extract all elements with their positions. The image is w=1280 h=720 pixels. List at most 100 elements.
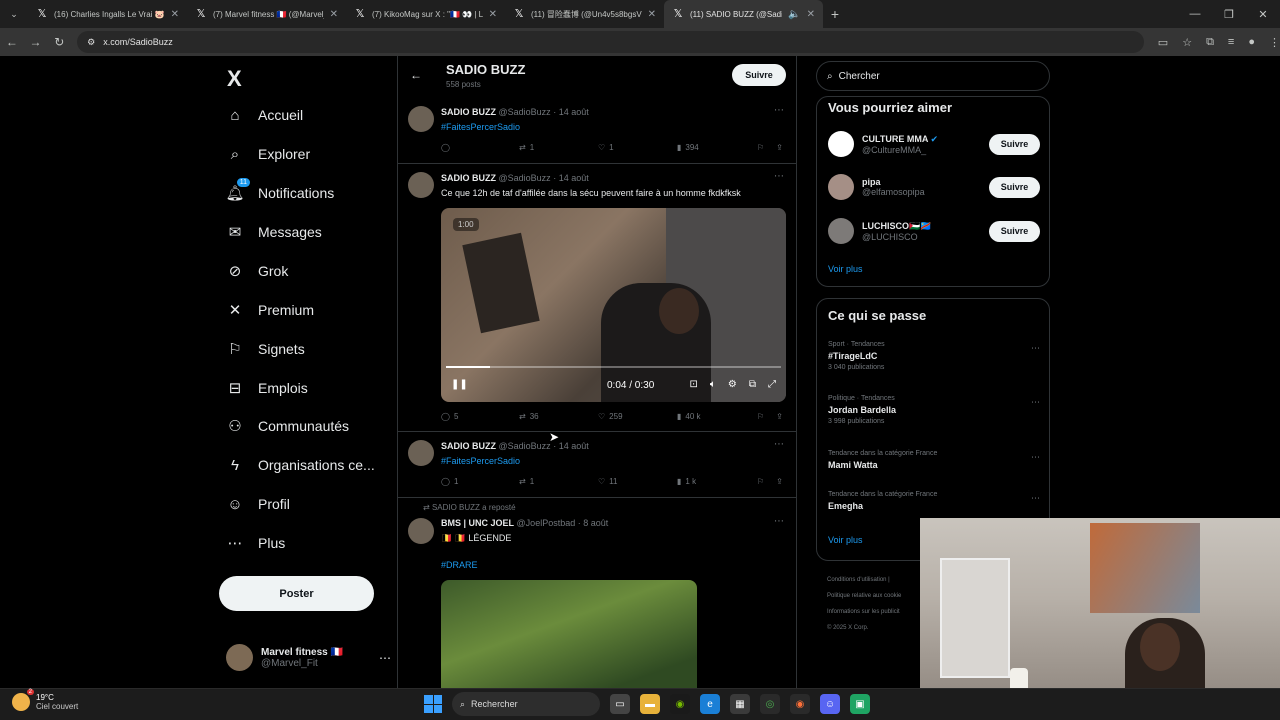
reply-button[interactable]: ◯ 5 xyxy=(441,412,519,421)
more-icon[interactable]: ⋯ xyxy=(774,439,784,450)
see-more-link[interactable]: Voir plus xyxy=(828,535,863,545)
sidebar-item-signets[interactable]: ⚐ Signets xyxy=(226,340,304,358)
discord-icon[interactable]: ☺ xyxy=(820,694,840,714)
video-progress-bar[interactable] xyxy=(446,366,781,368)
hashtag-link[interactable]: #DRARE xyxy=(441,560,478,570)
follow-button[interactable]: Suivre xyxy=(732,64,786,86)
x-logo-icon[interactable]: X xyxy=(227,66,242,92)
share-icon[interactable]: ⇪ xyxy=(776,477,783,486)
close-window-icon[interactable]: ✕ xyxy=(1246,0,1280,28)
url-field[interactable]: ⚙ x.com/SadioBuzz xyxy=(77,31,1144,53)
pip-icon[interactable]: ⧉ xyxy=(749,379,756,390)
task-view-icon[interactable]: ▭ xyxy=(610,694,630,714)
browser-tab[interactable]: 𝕏 (7) KikooMag sur X : "🇫🇷 👀 | L ✕ xyxy=(346,0,505,28)
taskbar-search[interactable]: ⌕ Rechercher xyxy=(452,692,600,716)
more-icon[interactable]: ⋯ xyxy=(774,171,784,182)
sidebar-item-organisations[interactable]: ϟ Organisations ce... xyxy=(226,456,375,474)
close-tab-icon[interactable]: ✕ xyxy=(648,9,656,20)
sidebar-item-notifications[interactable]: 🔔︎ 11 Notifications xyxy=(225,178,334,202)
tweet[interactable]: SADIO BUZZ @SadioBuzz · 14 août ⋯ #Faite… xyxy=(398,96,796,164)
reading-list-icon[interactable]: ≡ xyxy=(1228,36,1234,49)
app-icon[interactable]: ▣ xyxy=(850,694,870,714)
forward-icon[interactable]: → xyxy=(24,35,48,49)
extensions-icon[interactable]: ⧉ xyxy=(1206,36,1214,49)
browser-tab[interactable]: 𝕏 (11) 冒险蠢博 (@Un4v5s8bgsV ✕ xyxy=(505,0,664,28)
like-button[interactable]: ♡ 11 xyxy=(598,477,677,486)
like-button[interactable]: ♡ 1 xyxy=(598,143,677,152)
bookmark-icon[interactable]: ⚐ xyxy=(757,477,764,486)
post-button[interactable]: Poster xyxy=(219,576,374,611)
more-icon[interactable]: ⋯ xyxy=(1031,343,1040,354)
sidebar-item-messages[interactable]: ✉ Messages xyxy=(226,223,322,241)
account-switcher[interactable]: Marvel fitness 🇫🇷 @Marvel_Fit ⋯ xyxy=(226,644,391,671)
video-player[interactable]: 1:00 ❚❚ 0:04 / 0:30 ⊡ 🔈︎ ⚙ ⧉ ⤢ xyxy=(441,208,786,402)
retweet-button[interactable]: ⇄ 1 xyxy=(519,477,598,486)
more-icon[interactable]: ⋯ xyxy=(1031,452,1040,463)
like-button[interactable]: ♡ 259 xyxy=(598,412,677,421)
tweet[interactable]: ⇄ SADIO BUZZ a reposté BMS | UNC JOEL @J… xyxy=(398,498,796,688)
firefox-icon[interactable]: ◉ xyxy=(790,694,810,714)
volume-icon[interactable]: 🔈︎ xyxy=(710,379,716,390)
more-icon[interactable]: ⋯ xyxy=(379,651,391,665)
profile-icon[interactable]: ● xyxy=(1248,36,1255,49)
windows-start-icon[interactable] xyxy=(424,695,442,713)
bookmark-icon[interactable]: ⚐ xyxy=(757,143,764,152)
close-tab-icon[interactable]: ✕ xyxy=(807,9,815,20)
retweet-button[interactable]: ⇄ 1 xyxy=(519,143,598,152)
tweet[interactable]: SADIO BUZZ @SadioBuzz · 14 août ⋯ Ce que… xyxy=(398,164,796,432)
trend-item[interactable]: Tendance dans la catégorie France Emegha… xyxy=(828,491,1040,511)
retweet-button[interactable]: ⇄ 36 xyxy=(519,412,598,421)
fullscreen-icon[interactable]: ⤢ xyxy=(768,379,776,390)
cast-icon[interactable]: ▭ xyxy=(1158,36,1168,49)
trend-item[interactable]: Tendance dans la catégorie France Mami W… xyxy=(828,450,1040,470)
suggestion-item[interactable]: CULTURE MMA ✔ @CultureMMA_ Suivre xyxy=(828,129,1040,159)
edge-icon[interactable]: e xyxy=(700,694,720,714)
sidebar-item-emplois[interactable]: ⊟ Emplois xyxy=(226,379,308,397)
tweet-image[interactable] xyxy=(441,580,697,688)
close-tab-icon[interactable]: ✕ xyxy=(330,9,338,20)
site-info-icon[interactable]: ⚙ xyxy=(87,37,95,48)
reload-icon[interactable]: ↻ xyxy=(47,35,71,49)
more-icon[interactable]: ⋯ xyxy=(774,516,784,527)
file-explorer-icon[interactable]: ▬ xyxy=(640,694,660,714)
new-tab-button[interactable]: + xyxy=(823,6,847,22)
store-icon[interactable]: ▦ xyxy=(730,694,750,714)
captions-icon[interactable]: ⊡ xyxy=(690,379,698,390)
views-button[interactable]: ▮ 1 k xyxy=(677,477,757,486)
weather-widget[interactable]: 2 19°C Ciel couvert xyxy=(12,689,78,711)
sidebar-item-premium[interactable]: ✕ Premium xyxy=(226,301,314,319)
trend-item[interactable]: Sport · Tendances #TirageLdC 3 040 publi… xyxy=(828,341,1040,371)
star-icon[interactable]: ☆ xyxy=(1182,36,1192,49)
search-input[interactable]: ⌕ Chercher xyxy=(816,61,1050,91)
views-button[interactable]: ▮ 394 xyxy=(677,143,757,152)
avatar[interactable] xyxy=(408,106,434,132)
tweet-text[interactable]: Ce que 12h de taf d'affilée dans la sécu… xyxy=(441,188,741,198)
suggestion-item[interactable]: LUCHISCO🇵🇸🇨🇩 @LUCHISCO Suivre xyxy=(828,216,1040,246)
avatar[interactable] xyxy=(408,518,434,544)
browser-tab-active[interactable]: 𝕏(11) SADIO BUZZ (@SadioB🔈✕ xyxy=(664,0,823,28)
avatar[interactable] xyxy=(408,440,434,466)
close-tab-icon[interactable]: ✕ xyxy=(171,9,179,20)
share-icon[interactable]: ⇪ xyxy=(776,412,783,421)
follow-button[interactable]: Suivre xyxy=(989,133,1040,155)
menu-icon[interactable]: ⋮ xyxy=(1269,36,1280,49)
browser-tab[interactable]: 𝕏 (7) Marvel fitness 🇫🇷 (@Marvel_ ✕ xyxy=(187,0,346,28)
speaker-icon[interactable]: 🔈 xyxy=(788,9,800,20)
close-tab-icon[interactable]: ✕ xyxy=(489,9,497,20)
reply-button[interactable]: ◯ 1 xyxy=(441,477,519,486)
sidebar-item-explorer[interactable]: ⌕ Explorer xyxy=(226,145,310,163)
maximize-icon[interactable]: ❐ xyxy=(1212,0,1246,28)
pause-icon[interactable]: ❚❚ xyxy=(451,379,468,390)
follow-button[interactable]: Suivre xyxy=(989,176,1040,198)
more-icon[interactable]: ⋯ xyxy=(1031,397,1040,408)
sidebar-item-grok[interactable]: ⊘ Grok xyxy=(226,262,289,280)
back-icon[interactable]: ← xyxy=(0,35,24,49)
bookmark-icon[interactable]: ⚐ xyxy=(757,412,764,421)
tweet[interactable]: SADIO BUZZ @SadioBuzz · 14 août ⋯ #Faite… xyxy=(398,432,796,498)
tweet-text[interactable]: #FaitesPercerSadio xyxy=(441,456,520,466)
more-icon[interactable]: ⋯ xyxy=(774,105,784,116)
see-more-link[interactable]: Voir plus xyxy=(828,264,863,274)
nvidia-icon[interactable]: ◉ xyxy=(670,694,690,714)
sidebar-item-profil[interactable]: ☺ Profil xyxy=(226,495,290,513)
tweet-text[interactable]: #FaitesPercerSadio xyxy=(441,122,520,132)
